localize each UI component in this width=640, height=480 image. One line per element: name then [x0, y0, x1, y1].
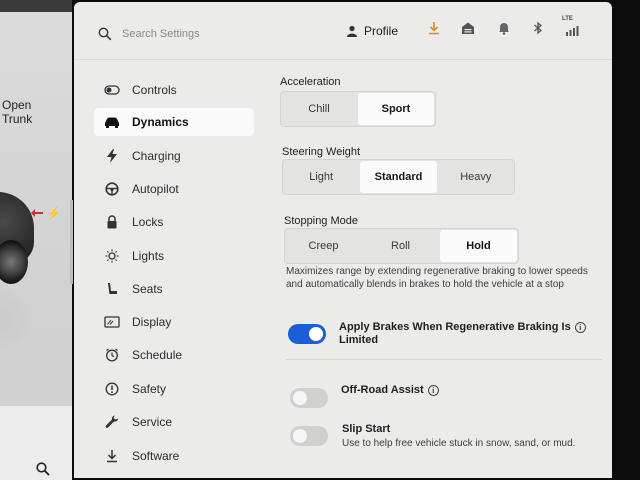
charge-port-arrow-icon: [31, 209, 43, 217]
clock-icon: [100, 347, 124, 363]
profile-label: Profile: [364, 24, 399, 38]
steering-weight-title: Steering Weight: [282, 146, 361, 158]
acceleration-title: Acceleration: [280, 76, 341, 88]
panel-divider: [70, 200, 73, 284]
sidebar-item-label: Software: [132, 449, 180, 463]
stopping-option-hold[interactable]: Hold: [440, 230, 517, 262]
acceleration-selector: Chill Sport: [280, 91, 436, 127]
steering-wheel-icon: [100, 181, 124, 197]
bell-icon[interactable]: [496, 20, 512, 36]
steering-option-heavy[interactable]: Heavy: [438, 160, 514, 194]
search-icon[interactable]: [36, 462, 50, 476]
signal-icon: [566, 26, 579, 36]
display-icon: [100, 314, 124, 330]
off-road-assist-label: Off-Road Assist i: [341, 384, 439, 397]
off-road-assist-text: Off-Road Assist: [341, 384, 424, 396]
car-reflection: [0, 288, 30, 348]
charge-port-bolt-icon[interactable]: ⚡: [46, 206, 61, 220]
alert-icon: [100, 381, 124, 397]
car-wheel: [0, 240, 28, 284]
sun-icon: [100, 248, 124, 264]
sidebar-item-lights[interactable]: Lights: [94, 242, 254, 270]
sidebar-item-safety[interactable]: Safety: [94, 375, 254, 403]
trunk-label-line2: Trunk: [2, 112, 33, 126]
info-icon[interactable]: i: [427, 384, 439, 396]
info-icon[interactable]: i: [574, 321, 586, 333]
apply-brakes-label: Apply Brakes When Regenerative Braking I…: [339, 321, 609, 347]
sidebar-item-seats[interactable]: Seats: [94, 275, 254, 303]
download-icon: [100, 448, 124, 464]
toggle-knob: [293, 429, 307, 443]
stopping-option-roll[interactable]: Roll: [362, 229, 439, 263]
sidebar-item-label: Display: [132, 315, 172, 329]
wrench-icon: [100, 414, 124, 430]
settings-header: Profile LTE: [74, 2, 612, 60]
steering-option-standard[interactable]: Standard: [360, 161, 437, 193]
sidebar-item-label: Lights: [132, 249, 165, 263]
stopping-option-creep[interactable]: Creep: [285, 229, 362, 263]
sidebar-item-label: Charging: [132, 149, 181, 163]
car-visualization-panel: Open Trunk ⚡: [0, 0, 72, 480]
sidebar-item-dynamics[interactable]: Dynamics: [94, 108, 254, 136]
apply-brakes-label-line2: Limited: [339, 334, 379, 346]
sidebar-item-label: Seats: [132, 282, 163, 296]
slip-start-description: Use to help free vehicle stuck in snow, …: [342, 438, 576, 449]
sidebar-item-label: Schedule: [132, 348, 183, 362]
sidebar-item-charging[interactable]: Charging: [94, 142, 254, 170]
apply-brakes-toggle[interactable]: [288, 324, 326, 344]
sidebar-item-label: Controls: [132, 83, 177, 97]
sidebar-item-autopilot[interactable]: Autopilot: [94, 175, 254, 203]
sidebar-item-locks[interactable]: Locks: [94, 208, 254, 236]
acceleration-option-chill[interactable]: Chill: [281, 92, 357, 126]
garage-icon[interactable]: [460, 20, 476, 36]
steering-option-light[interactable]: Light: [283, 160, 359, 194]
steering-weight-selector: Light Standard Heavy: [282, 159, 515, 195]
section-divider: [286, 359, 602, 360]
sidebar-item-schedule[interactable]: Schedule: [94, 341, 254, 369]
stopping-mode-description: Maximizes range by extending regenerativ…: [286, 266, 588, 290]
open-trunk-button[interactable]: Open Trunk: [2, 98, 62, 126]
settings-window: Profile LTE Contro: [74, 2, 612, 478]
sidebar-item-controls[interactable]: Controls: [94, 76, 254, 104]
sidebar-item-software[interactable]: Software: [94, 442, 254, 470]
search-settings-input[interactable]: [122, 24, 302, 44]
person-icon: [347, 25, 357, 37]
search-icon: [98, 27, 112, 41]
toggle-icon: [100, 82, 124, 98]
stopping-mode-title: Stopping Mode: [284, 215, 358, 227]
toggle-knob: [309, 327, 323, 341]
sidebar-item-label: Dynamics: [132, 115, 189, 129]
stopping-mode-selector: Creep Roll Hold: [284, 228, 519, 264]
seat-icon: [100, 281, 124, 297]
apply-brakes-label-line1: Apply Brakes When Regenerative Braking I…: [339, 321, 571, 333]
sidebar-item-label: Service: [132, 415, 173, 429]
download-icon[interactable]: [426, 20, 442, 36]
acceleration-option-sport[interactable]: Sport: [358, 93, 434, 125]
status-strip: [0, 0, 72, 12]
sidebar-item-label: Safety: [132, 382, 167, 396]
lock-icon: [100, 214, 124, 230]
slip-start-label: Slip Start: [342, 423, 391, 435]
sidebar-item-service[interactable]: Service: [94, 408, 254, 436]
off-road-assist-toggle[interactable]: [290, 388, 328, 408]
bluetooth-icon[interactable]: [530, 20, 546, 36]
sidebar-item-label: Autopilot: [132, 182, 179, 196]
sidebar-item-label: Locks: [132, 215, 164, 229]
slip-start-toggle[interactable]: [290, 426, 328, 446]
bolt-icon: [100, 148, 124, 164]
trunk-label-line1: Open: [2, 98, 32, 112]
car-icon: [100, 114, 124, 130]
toggle-knob: [293, 391, 307, 405]
sidebar-item-display[interactable]: Display: [94, 308, 254, 336]
profile-button[interactable]: Profile: [346, 21, 398, 41]
